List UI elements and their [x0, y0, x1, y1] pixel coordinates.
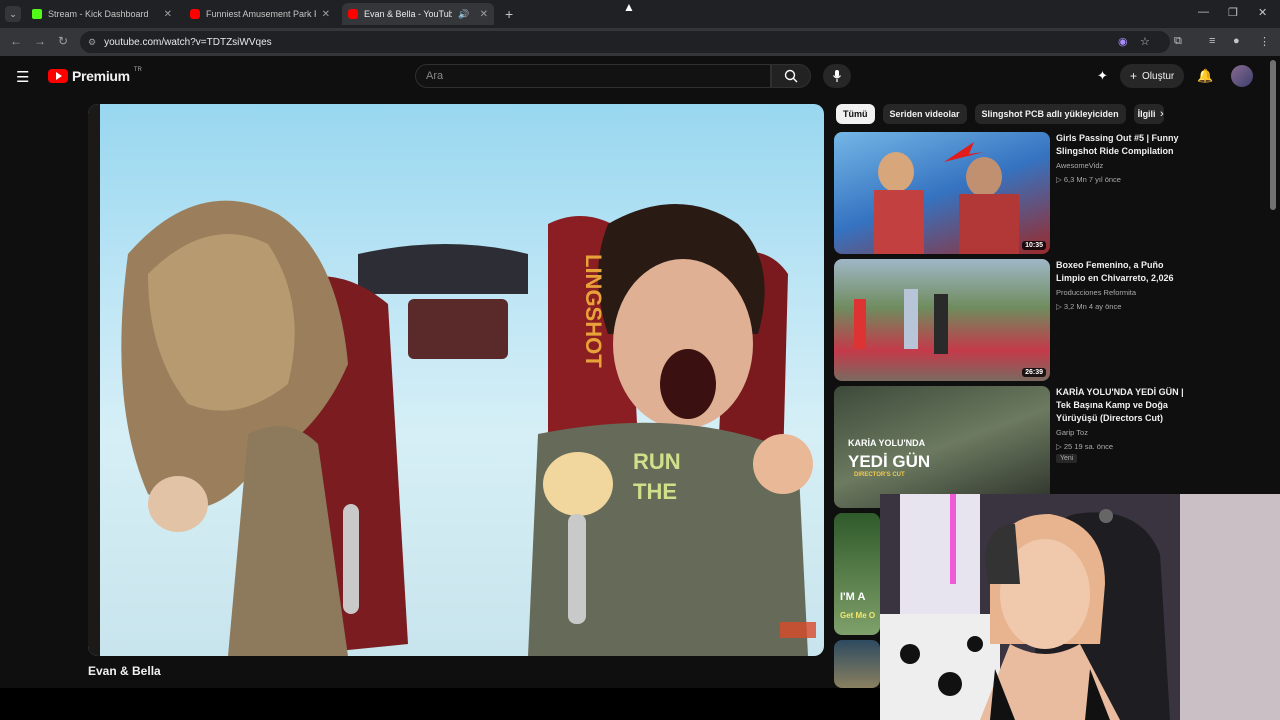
- view-meta-text: 25 19 sa. önce: [1063, 442, 1114, 451]
- tab-title: Stream - Kick Dashboard: [48, 9, 149, 19]
- scrollbar[interactable]: [1270, 60, 1276, 210]
- site-info-icon[interactable]: ⚙: [88, 37, 96, 48]
- recommendation-card[interactable]: 26:39 Boxeo Femenino, a Puño Limpio en C…: [834, 259, 1214, 381]
- page-bottom: [0, 688, 880, 720]
- tab-evan-bella[interactable]: Evan & Bella - YouTube 🔊 ✕: [342, 3, 494, 25]
- kick-icon: [32, 9, 42, 19]
- video-title: Evan & Bella: [88, 664, 161, 678]
- video-thumbnail[interactable]: [834, 640, 880, 688]
- view-meta: ▷ 25 19 sa. önce: [1056, 442, 1114, 451]
- profile-icon[interactable]: ●: [1233, 35, 1240, 47]
- thumbnail-image: [874, 142, 1019, 254]
- view-meta: ▷ 3,2 Mn 4 ay önce: [1056, 302, 1122, 311]
- media-control-icon[interactable]: ≡: [1209, 35, 1215, 47]
- view-meta-text: 3,2 Mn 4 ay önce: [1063, 302, 1122, 311]
- thumbnail-text: KARİA YOLU'NDA: [848, 438, 926, 448]
- thumbnail-text: I'M A: [840, 591, 866, 603]
- youtube-icon: [48, 69, 68, 83]
- reload-icon[interactable]: ↻: [58, 34, 68, 48]
- notifications-bell-icon[interactable]: 🔔: [1197, 68, 1213, 84]
- browser-tabstrip: ⌄ Stream - Kick Dashboard ✕ Funniest Amu…: [0, 0, 1280, 28]
- recommendation-title[interactable]: Boxeo Femenino, a Puño Limpio en Chivarr…: [1056, 259, 1186, 285]
- mouse-cursor-icon: ▲: [623, 0, 635, 14]
- shirt-text-1: RUN: [633, 449, 681, 474]
- channel-name[interactable]: Producciones Reformita: [1056, 288, 1136, 297]
- url-text: youtube.com/watch?v=TDTZsiWVqes: [104, 36, 272, 48]
- view-meta-text: 6,3 Mn 7 yıl önce: [1063, 175, 1121, 184]
- extension-icon[interactable]: ◉: [1118, 35, 1128, 48]
- duration-badge: 10:35: [1022, 241, 1046, 250]
- thumbnail-image: [854, 289, 948, 354]
- video-player[interactable]: LINGSHOT RUN THE: [88, 104, 824, 656]
- browser-toolbar: ← → ↻ ⚙ youtube.com/watch?v=TDTZsiWVqes …: [0, 28, 1280, 56]
- video-thumbnail[interactable]: I'M A Get Me O: [834, 513, 880, 635]
- tab-title: Evan & Bella - YouTube: [364, 9, 453, 19]
- chip-series[interactable]: Seriden videolar: [882, 104, 967, 124]
- search-icon: [784, 69, 798, 83]
- search-input[interactable]: Ara: [415, 64, 771, 88]
- video-thumbnail[interactable]: KARİA YOLU'NDA YEDİ GÜN DIRECTOR'S CUT: [834, 386, 1050, 508]
- recommendation-title[interactable]: Girls Passing Out #5 | Funny Slingshot R…: [1056, 132, 1186, 158]
- view-meta: ▷ 6,3 Mn 7 yıl önce: [1056, 175, 1121, 184]
- channel-name[interactable]: AwesomeVidz: [1056, 161, 1103, 170]
- voice-search-button[interactable]: [823, 64, 851, 88]
- address-bar[interactable]: ⚙ youtube.com/watch?v=TDTZsiWVqes: [80, 31, 1170, 53]
- create-label: Oluştur: [1142, 70, 1175, 82]
- thumbnail-text: Get Me O: [840, 611, 876, 620]
- logo-text: Premium: [72, 68, 130, 84]
- hamburger-menu-icon[interactable]: ☰: [16, 68, 29, 86]
- chip-all[interactable]: Tümü: [836, 104, 875, 124]
- seat-lettering: LINGSHOT: [581, 254, 606, 368]
- shirt-text-2: THE: [633, 479, 677, 504]
- tab-amusement-park[interactable]: Funniest Amusement Park Fails ✕: [184, 3, 336, 25]
- thumbnail-text: DIRECTOR'S CUT: [854, 472, 905, 478]
- recommendation-card[interactable]: 10:35 Girls Passing Out #5 | Funny Sling…: [834, 132, 1214, 254]
- tab-search-icon[interactable]: ⌄: [5, 6, 21, 22]
- back-icon[interactable]: ←: [10, 34, 22, 48]
- minimize-icon[interactable]: —: [1198, 6, 1209, 18]
- channel-name[interactable]: Garip Toz: [1056, 428, 1088, 437]
- youtube-premium-logo[interactable]: Premium TR: [48, 67, 142, 84]
- speaker-icon[interactable]: 🔊: [458, 9, 469, 20]
- webcam-overlay: [880, 494, 1280, 720]
- filter-chips: Tümü Seriden videolar Slingshot PCB adlı…: [836, 104, 1164, 124]
- chip-uploader[interactable]: Slingshot PCB adlı yükleyiciden: [974, 104, 1126, 124]
- close-window-icon[interactable]: ✕: [1258, 6, 1267, 19]
- country-code: TR: [133, 67, 142, 73]
- avatar[interactable]: [1231, 65, 1253, 87]
- webcam-image: [880, 494, 1280, 720]
- bookmark-star-icon[interactable]: ☆: [1140, 35, 1150, 48]
- youtube-icon: [190, 9, 200, 19]
- close-icon[interactable]: ✕: [164, 9, 172, 20]
- gemini-sparkle-icon[interactable]: ✦: [1097, 68, 1108, 84]
- recommendation-title[interactable]: KARİA YOLU'NDA YEDİ GÜN | Tek Başına Kam…: [1056, 386, 1186, 425]
- new-tab-button[interactable]: +: [505, 6, 513, 22]
- tab-kick-dashboard[interactable]: Stream - Kick Dashboard ✕: [26, 3, 178, 25]
- menu-kebab-icon[interactable]: ⋮: [1259, 35, 1270, 48]
- duration-badge: 26:39: [1022, 368, 1046, 377]
- chevron-right-icon[interactable]: ›: [1160, 108, 1164, 120]
- forward-icon[interactable]: →: [34, 34, 46, 48]
- tab-title: Funniest Amusement Park Fails: [206, 9, 316, 19]
- video-frame: LINGSHOT RUN THE: [88, 104, 816, 656]
- youtube-header: ☰ Premium TR Ara ✦ + Oluştur 🔔: [0, 56, 1280, 96]
- microphone-icon: [833, 70, 841, 82]
- youtube-icon: [348, 9, 358, 19]
- thumbnail-text: YEDİ GÜN: [848, 452, 931, 471]
- close-icon[interactable]: ✕: [322, 9, 330, 20]
- close-icon[interactable]: ✕: [480, 9, 488, 20]
- new-badge: Yeni: [1056, 454, 1078, 463]
- video-thumbnail[interactable]: 26:39: [834, 259, 1050, 381]
- plus-icon: +: [1130, 69, 1138, 83]
- create-button[interactable]: + Oluştur: [1120, 64, 1185, 88]
- video-thumbnail[interactable]: 10:35: [834, 132, 1050, 254]
- extensions-puzzle-icon[interactable]: ⧉: [1174, 35, 1182, 48]
- search-button[interactable]: [771, 64, 811, 88]
- restore-icon[interactable]: ❐: [1228, 6, 1238, 19]
- recommendation-card[interactable]: KARİA YOLU'NDA YEDİ GÜN DIRECTOR'S CUT K…: [834, 386, 1214, 508]
